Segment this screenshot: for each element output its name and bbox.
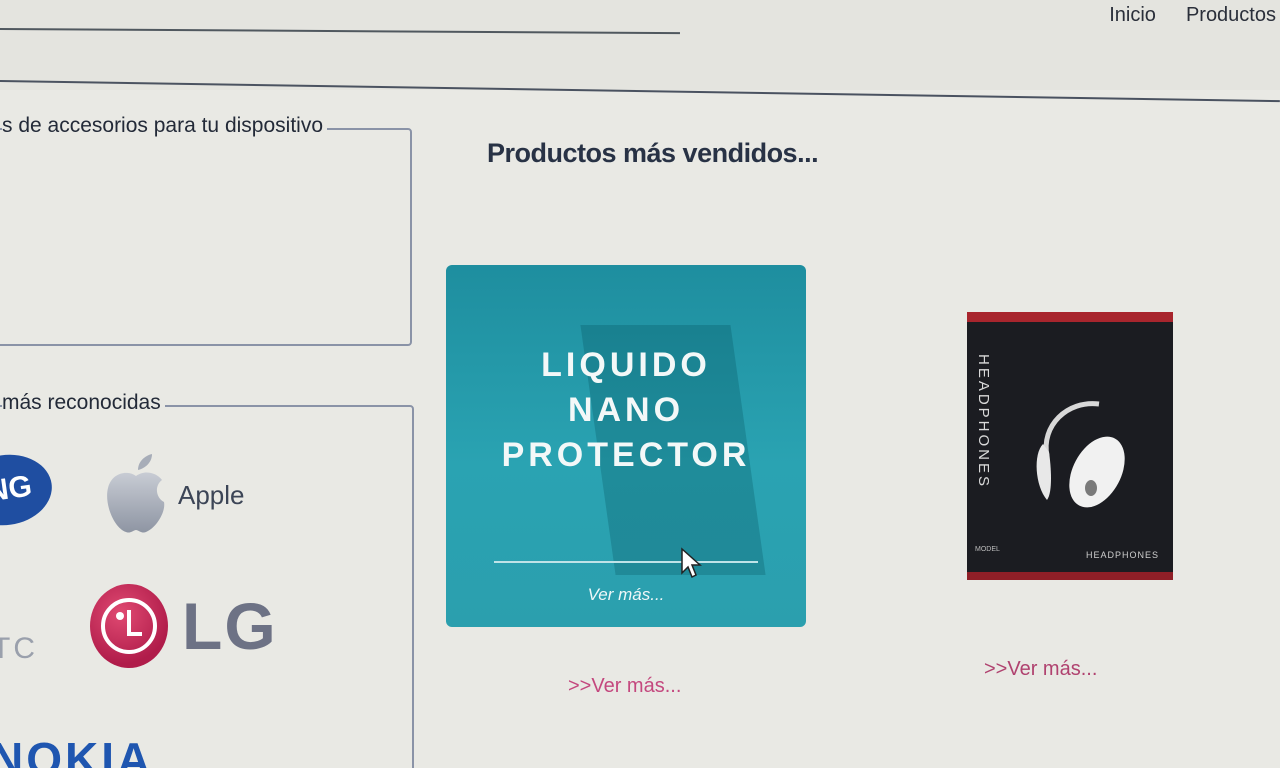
brands-panel-legend: más reconocidas: [2, 391, 165, 415]
headphones-model-label: MODEL: [975, 546, 1000, 553]
headphones-box-title: HEADPHONES: [975, 354, 992, 490]
card-divider: [494, 561, 758, 563]
header-divider-top: [0, 28, 680, 35]
lg-face-icon: [101, 598, 157, 654]
mouse-cursor-icon: [681, 547, 702, 579]
nokia-logo[interactable]: NOKIA: [0, 732, 153, 768]
card-see-more-link[interactable]: Ver más...: [446, 585, 806, 605]
card-title-line3: PROTECTOR: [501, 436, 751, 474]
lg-logo[interactable]: LG: [90, 584, 290, 674]
headphones-icon: [1036, 401, 1125, 508]
apple-logo-text: Apple: [178, 480, 245, 510]
header: Inicio Productos: [0, 0, 1280, 103]
accessories-panel-legend: s de accesorios para tu dispositivo: [2, 114, 327, 138]
apple-icon: [107, 454, 165, 533]
nav-inicio-link[interactable]: Inicio: [1109, 4, 1156, 27]
card-title-line1: LIQUIDO: [541, 346, 711, 384]
headphones-product[interactable]: HEADPHONES MODEL HEADPHONES: [967, 312, 1173, 580]
samsung-logo-text: NG: [0, 469, 34, 509]
accessories-panel: s de accesorios para tu dispositivo: [0, 114, 412, 346]
lg-logo-text: LG: [182, 589, 278, 663]
top-nav: Inicio Productos: [1109, 4, 1276, 27]
see-more-link-product-2[interactable]: >>Ver más...: [984, 658, 1097, 681]
nano-protector-title: LIQUIDO NANO PROTECTOR: [446, 343, 806, 478]
page: Inicio Productos s de accesorios para tu…: [0, 0, 1280, 768]
htc-logo[interactable]: TC: [0, 632, 38, 666]
header-divider-bottom: [0, 80, 1280, 103]
apple-logo[interactable]: Apple: [100, 452, 280, 538]
headphones-box-bottom-label: HEADPHONES: [1085, 550, 1159, 560]
bestsellers-title: Productos más vendidos...: [487, 138, 819, 168]
card-title-line2: NANO: [567, 391, 685, 429]
nano-protector-card[interactable]: LIQUIDO NANO PROTECTOR Ver más...: [446, 265, 806, 627]
nav-productos-link[interactable]: Productos: [1186, 4, 1276, 27]
see-more-link-product-1[interactable]: >>Ver más...: [568, 675, 681, 698]
lg-circle-icon: [90, 584, 168, 668]
